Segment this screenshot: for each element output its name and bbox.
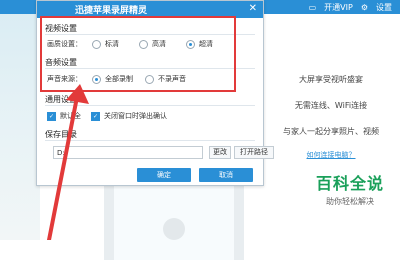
watermark-title: 百科全说 bbox=[315, 174, 384, 193]
promo-line-3: 与家人一起分享照片、视频 bbox=[283, 127, 379, 136]
save-path-input[interactable]: D:\ bbox=[53, 146, 203, 159]
promo-line-2: 无需连线、WiFi连接 bbox=[294, 101, 368, 110]
divider bbox=[45, 140, 255, 141]
ok-button[interactable]: 确定 bbox=[137, 168, 191, 182]
general-row: ✓ 默认全 ✓ 关闭窗口时弹出确认 bbox=[47, 111, 167, 121]
promo-line-1: 大屏享受视听盛宴 bbox=[299, 75, 363, 84]
highlight-box bbox=[40, 16, 236, 92]
watermark-subtitle: 助你轻松解决 bbox=[326, 197, 374, 206]
vip-link[interactable]: 开通VIP bbox=[324, 2, 353, 13]
divider bbox=[45, 105, 255, 106]
close-confirm-checkbox[interactable]: ✓ bbox=[91, 111, 100, 121]
background-panel bbox=[0, 0, 40, 240]
general-section-title: 通用设置 bbox=[45, 95, 77, 104]
open-path-button[interactable]: 打开路径 bbox=[234, 146, 274, 159]
connect-help-link[interactable]: 如何连接电脑？ bbox=[262, 150, 400, 160]
phone-home-button bbox=[163, 218, 185, 240]
save-section-title: 保存目录 bbox=[45, 130, 77, 139]
settings-link[interactable]: 设置 bbox=[376, 2, 392, 13]
gear-icon[interactable]: ⚙ bbox=[361, 3, 368, 12]
watermark: 百科全说 助你轻松解决 bbox=[310, 170, 390, 207]
close-icon[interactable]: ✕ bbox=[249, 3, 257, 14]
close-confirm-label[interactable]: 关闭窗口时弹出确认 bbox=[104, 111, 167, 121]
monitor-icon[interactable]: ▭ bbox=[309, 3, 317, 12]
change-path-button[interactable]: 更改 bbox=[209, 146, 231, 159]
default-checkbox[interactable]: ✓ bbox=[47, 111, 56, 121]
default-check-label[interactable]: 默认全 bbox=[60, 111, 81, 121]
cancel-button[interactable]: 取消 bbox=[199, 168, 253, 182]
top-right-menu: ▭ 开通VIP ⚙ 设置 bbox=[309, 0, 392, 14]
